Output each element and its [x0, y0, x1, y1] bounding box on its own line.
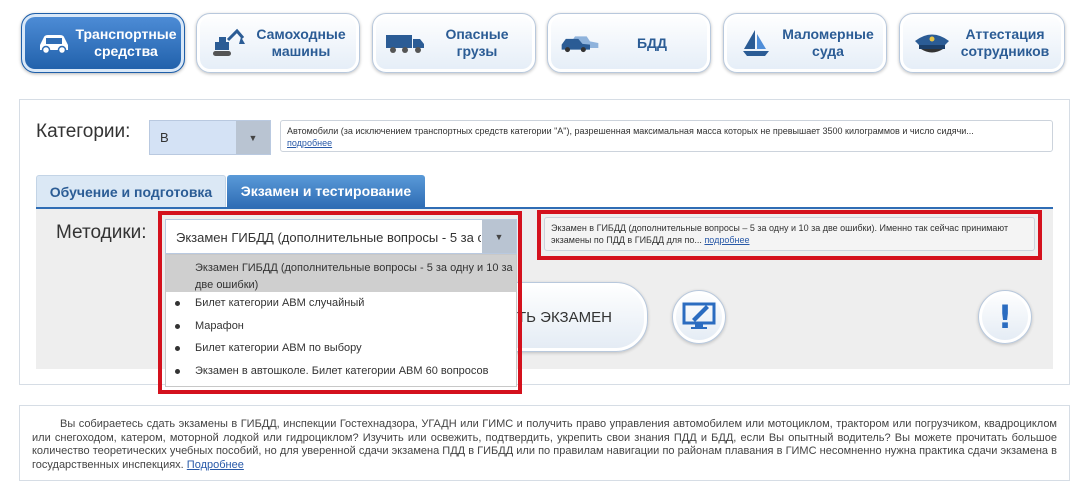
- tab-exam[interactable]: Экзамен и тестирование: [227, 175, 425, 207]
- methods-option[interactable]: Билет категории ABM по выбору: [166, 337, 516, 360]
- nav-bdd-label: БДД: [636, 34, 667, 51]
- methods-option-label: Билет категории ABM по выбору: [195, 342, 362, 354]
- chevron-down-icon[interactable]: ▼: [236, 121, 270, 154]
- info-text: Вы собираетесь сдать экзамены в ГИБДД, и…: [32, 418, 1057, 471]
- category-selected-value: B: [160, 130, 169, 145]
- police-cap-icon: [912, 26, 952, 60]
- monitor-button[interactable]: [672, 290, 726, 344]
- bullet-icon: [175, 301, 180, 306]
- bullet-icon: [175, 368, 180, 374]
- category-select[interactable]: B ▼: [149, 120, 271, 155]
- nav-transport-button[interactable]: Транспортные средства: [21, 13, 185, 73]
- category-more-link[interactable]: подробнее: [287, 138, 332, 148]
- sailboat-icon: [736, 26, 776, 60]
- method-more-link[interactable]: подробнее: [704, 235, 749, 245]
- cars-icon: [560, 26, 600, 60]
- nav-machines-label: Самоходные машины: [256, 26, 346, 59]
- methods-selected-value: Экзамен ГИБДД (дополнительные вопросы - …: [176, 230, 481, 245]
- info-button[interactable]: !: [978, 290, 1032, 344]
- nav-small-vessels-button[interactable]: Маломерные суда: [723, 13, 887, 73]
- nav-certification-label: Аттестация сотрудников: [960, 26, 1050, 59]
- chevron-down-icon[interactable]: ▼: [482, 220, 516, 253]
- category-description: Автомобили (за исключением транспортных …: [280, 120, 1053, 152]
- nav-dangerous-cargo-label: Опасные грузы: [445, 26, 509, 59]
- nav-transport-label: Транспортные средства: [75, 26, 177, 59]
- methods-option[interactable]: Экзамен в автошколе. Билет категории ABM…: [166, 360, 516, 383]
- car-icon: [34, 26, 74, 60]
- info-more-link[interactable]: Подробнее: [187, 459, 244, 471]
- category-label: Категории:: [36, 121, 131, 142]
- methods-select[interactable]: Экзамен ГИБДД (дополнительные вопросы - …: [165, 219, 517, 254]
- methods-option[interactable]: Марафон: [166, 315, 516, 338]
- methods-label: Методики:: [56, 222, 147, 243]
- methods-option-label: Экзамен в автошколе. Билет категории ABM…: [195, 364, 489, 377]
- info-text-box: Вы собираетесь сдать экзамены в ГИБДД, и…: [19, 405, 1070, 481]
- method-description: Экзамен в ГИБДД (дополнительные вопросы …: [544, 217, 1035, 251]
- monitor-pen-icon: [682, 300, 716, 335]
- methods-option-label: Марафон: [195, 319, 244, 332]
- exclamation-icon: !: [997, 298, 1013, 336]
- methods-option[interactable]: Билет категории ABM случайный: [166, 292, 516, 315]
- nav-machines-button[interactable]: Самоходные машины: [196, 13, 360, 73]
- methods-options-list: Экзамен ГИБДД (дополнительные вопросы - …: [165, 254, 517, 387]
- tab-learning[interactable]: Обучение и подготовка: [36, 175, 226, 207]
- method-description-text: Экзамен в ГИБДД (дополнительные вопросы …: [551, 223, 1009, 245]
- bullet-icon: [175, 346, 180, 351]
- excavator-icon: [209, 26, 249, 60]
- category-description-text: Автомобили (за исключением транспортных …: [287, 126, 974, 136]
- methods-option[interactable]: Экзамен ГИБДД (дополнительные вопросы - …: [166, 255, 516, 292]
- methods-option-label: Билет категории ABM случайный: [195, 297, 365, 309]
- nav-small-vessels-label: Маломерные суда: [782, 26, 874, 59]
- nav-certification-button[interactable]: Аттестация сотрудников: [899, 13, 1065, 73]
- truck-icon: [385, 26, 425, 60]
- nav-dangerous-cargo-button[interactable]: Опасные грузы: [372, 13, 536, 73]
- bullet-icon: [175, 323, 180, 329]
- nav-bdd-button[interactable]: БДД: [547, 13, 711, 73]
- start-exam-label: ТЬ ЭКЗАМЕН: [517, 308, 612, 326]
